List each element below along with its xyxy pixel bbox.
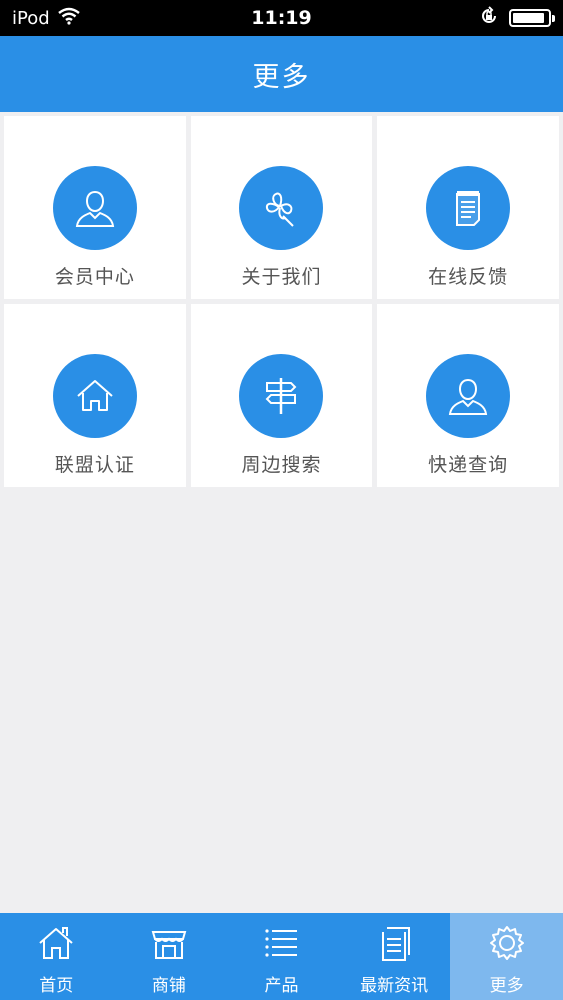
- tab-label: 最新资讯: [360, 976, 429, 996]
- tile-label: 会员中心: [54, 266, 135, 288]
- tab-stores[interactable]: 商铺: [113, 913, 226, 1000]
- tab-products[interactable]: 产品: [225, 913, 338, 1000]
- tile-about-us[interactable]: 关于我们: [190, 116, 373, 299]
- tile-label: 快递查询: [428, 454, 509, 476]
- tab-label: 产品: [264, 976, 299, 996]
- tile-online-feedback[interactable]: 在线反馈: [377, 116, 559, 299]
- notepad-icon: [426, 166, 511, 250]
- home-icon: [36, 923, 76, 963]
- tab-label: 商铺: [151, 976, 186, 996]
- battery-icon: [509, 9, 555, 27]
- tile-label: 周边搜索: [241, 454, 322, 476]
- bottom-tab-bar: 首页 商铺 产品 最新资讯 更多: [0, 913, 563, 1000]
- feature-grid: 会员中心 关于我们 在线反馈 联盟认证 周边搜索 快递查询: [0, 112, 563, 491]
- store-icon: [149, 923, 189, 963]
- gear-icon: [487, 923, 527, 963]
- tab-label: 更多: [489, 976, 524, 996]
- signpost-icon: [239, 354, 324, 438]
- tile-nearby-search[interactable]: 周边搜索: [190, 304, 373, 487]
- tile-label: 在线反馈: [428, 266, 509, 288]
- tile-express-tracking[interactable]: 快递查询: [377, 304, 559, 487]
- status-right: [479, 5, 555, 31]
- tile-label: 联盟认证: [54, 454, 135, 476]
- tab-label: 首页: [39, 976, 74, 996]
- tile-member-center[interactable]: 会员中心: [4, 116, 186, 299]
- user-icon: [426, 354, 511, 438]
- user-icon: [52, 166, 137, 250]
- tile-alliance-certification[interactable]: 联盟认证: [4, 304, 186, 487]
- device-name: iPod: [12, 7, 50, 29]
- page-header: 更多: [0, 36, 563, 112]
- tile-label: 关于我们: [241, 266, 322, 288]
- tab-more[interactable]: 更多: [450, 913, 563, 1000]
- battery-fill: [513, 13, 544, 23]
- clover-icon: [239, 166, 324, 250]
- list-icon: [261, 923, 301, 963]
- tab-home[interactable]: 首页: [0, 913, 113, 1000]
- tab-latest-news[interactable]: 最新资讯: [338, 913, 451, 1000]
- home-icon: [52, 354, 137, 438]
- status-left: iPod: [12, 7, 80, 30]
- wifi-icon: [57, 7, 80, 30]
- status-bar: iPod 11:19: [0, 0, 563, 36]
- page-title: 更多: [252, 61, 311, 93]
- document-icon: [374, 923, 414, 963]
- orientation-lock-icon: [479, 5, 499, 31]
